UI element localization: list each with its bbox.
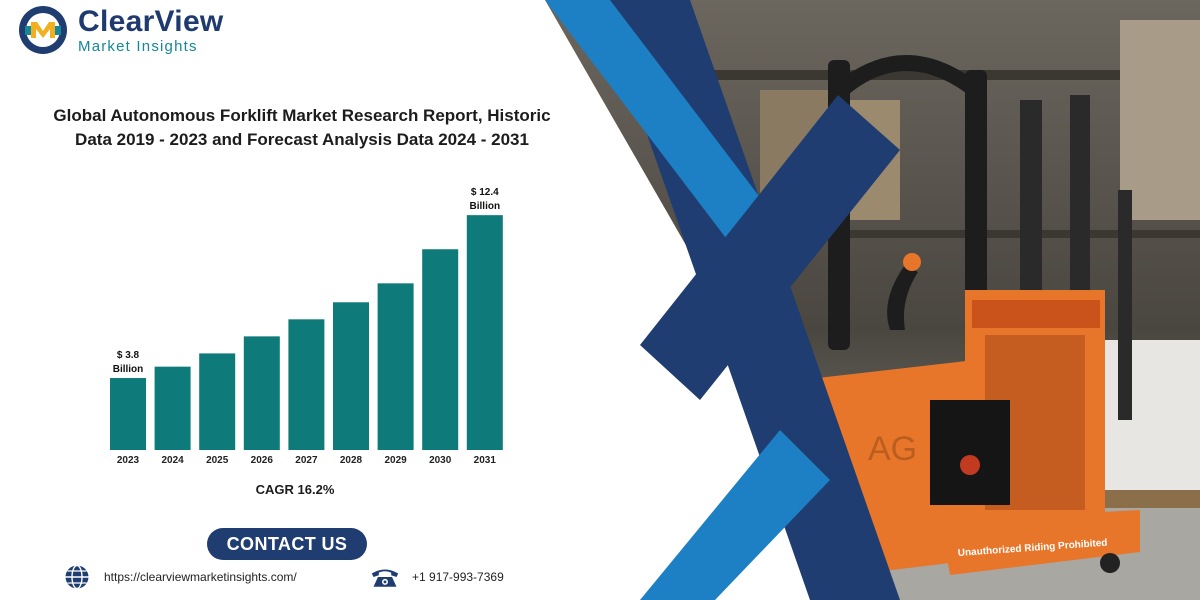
cagr-label: CAGR 16.2% — [255, 482, 335, 497]
contact-us-button[interactable]: CONTACT US — [207, 528, 367, 560]
telephone-icon — [371, 569, 399, 587]
x-tick-label-2025: 2025 — [206, 455, 229, 466]
bar-2025 — [199, 353, 236, 450]
data-label-2031-line-1: $ 12.4 — [471, 187, 499, 198]
forklift-brand-badge: AG — [868, 430, 917, 468]
bar-2030 — [422, 249, 459, 450]
bar-2029 — [377, 283, 414, 450]
x-tick-label-2024: 2024 — [161, 455, 184, 466]
phone-contact[interactable]: +1 917-993-7369 — [370, 564, 504, 590]
phone-number[interactable]: +1 917-993-7369 — [412, 570, 504, 584]
x-tick-label-2029: 2029 — [384, 455, 407, 466]
bar-2027 — [288, 319, 325, 450]
x-tick-label-2030: 2030 — [429, 455, 452, 466]
website-contact[interactable]: https://clearviewmarketinsights.com/ — [62, 564, 297, 590]
data-label-2023-line-2: Billion — [113, 364, 144, 375]
bar-2023 — [110, 378, 146, 450]
website-link[interactable]: https://clearviewmarketinsights.com/ — [104, 570, 297, 584]
x-tick-label-2031: 2031 — [474, 455, 497, 466]
bar-2031 — [466, 215, 503, 450]
x-tick-label-2023: 2023 — [117, 455, 140, 466]
x-tick-label-2028: 2028 — [340, 455, 363, 466]
bar-2028 — [333, 302, 369, 450]
x-tick-label-2026: 2026 — [251, 455, 274, 466]
data-label-2023-line-1: $ 3.8 — [117, 350, 140, 361]
x-tick-label-2027: 2027 — [295, 455, 318, 466]
bar-2024 — [154, 366, 191, 450]
bar-2026 — [243, 336, 280, 450]
market-size-bar-chart: 2023 $ 3.8 Billion 2024 2025 2026 2027 2028 2029… — [110, 187, 503, 466]
data-label-2031-line-2: Billion — [470, 201, 501, 212]
globe-icon — [65, 564, 89, 590]
